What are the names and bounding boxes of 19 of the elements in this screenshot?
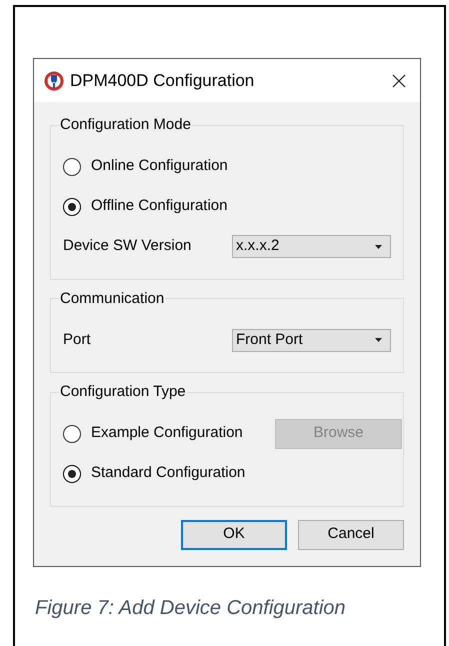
group-title: Configuration Mode	[59, 115, 192, 135]
app-logo-icon	[44, 70, 64, 90]
radio-option[interactable]: Standard Configuration	[63, 462, 263, 485]
figure-caption: Figure 7: Add Device Configuration	[35, 596, 347, 620]
group-title: Configuration Type	[59, 382, 187, 402]
dialog-button[interactable]: OK	[181, 520, 287, 550]
dialog-button[interactable]: Cancel	[298, 520, 404, 550]
dropdown-caret-icon	[375, 244, 382, 248]
close-icon[interactable]	[392, 74, 406, 88]
dropdown-caret-icon	[375, 338, 382, 342]
radio-option[interactable]: Offline Configuration	[63, 195, 263, 218]
window-title: DPM400D Configuration	[70, 70, 254, 92]
field-label: Port	[63, 330, 92, 350]
radio-option[interactable]: Example Configuration	[63, 422, 263, 445]
dropdown[interactable]: x.x.x.2	[232, 235, 391, 258]
radio-option[interactable]: Online Configuration	[63, 155, 263, 178]
field-label: Device SW Version	[63, 236, 192, 256]
group-title: Communication	[59, 288, 166, 308]
dropdown[interactable]: Front Port	[232, 328, 391, 352]
